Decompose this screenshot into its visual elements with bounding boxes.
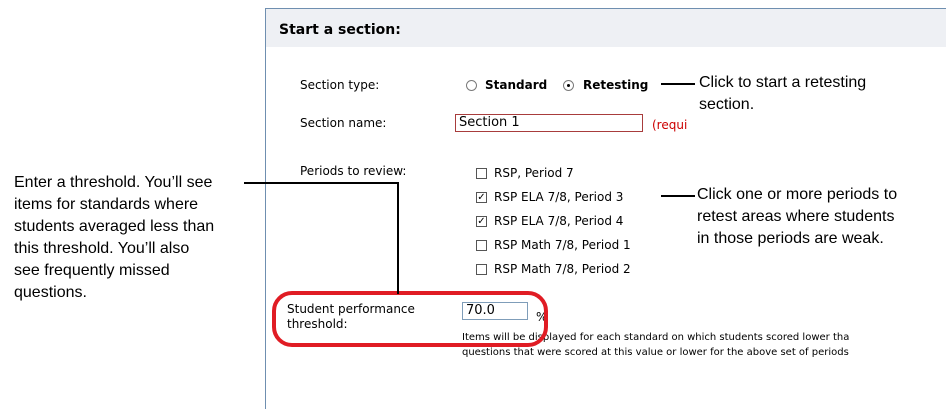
threshold-note-line2: questions that were scored at this value… — [462, 347, 849, 358]
threshold-callout-leader — [244, 182, 398, 184]
section-name-input[interactable]: Section 1 — [455, 114, 643, 132]
period-checkbox[interactable]: ✓ — [476, 192, 487, 203]
threshold-callout: Enter a threshold. You’ll see items for … — [14, 172, 264, 344]
section-type-label: Section type: — [300, 78, 380, 92]
radio-retesting-label[interactable]: Retesting — [583, 78, 648, 92]
callout-line: items for standards where — [14, 196, 199, 213]
callout-line: in those periods are weak. — [697, 230, 884, 247]
period-checkbox[interactable] — [476, 240, 487, 251]
period-checkbox[interactable]: ✓ — [476, 216, 487, 227]
radio-standard-label[interactable]: Standard — [485, 78, 547, 92]
callout-line: Enter a threshold. You’ll see — [14, 174, 213, 191]
threshold-highlight — [272, 291, 548, 347]
callout-line: this threshold. You’ll also — [14, 240, 190, 257]
callout-line: questions. — [14, 284, 87, 301]
callout-line: retest areas where students — [697, 208, 895, 225]
callout-line: see frequently missed — [14, 262, 170, 279]
section-name-label: Section name: — [300, 116, 387, 130]
threshold-callout-leader-vertical — [397, 182, 399, 294]
periods-callout-leader — [661, 195, 695, 197]
radio-standard[interactable] — [466, 80, 477, 91]
period-label[interactable]: RSP ELA 7/8, Period 3 — [494, 190, 623, 204]
panel-title: Start a section: — [279, 22, 401, 38]
required-note: (requi — [652, 118, 688, 132]
periods-callout: Click one or more periods to retest area… — [697, 184, 943, 270]
retesting-callout: Click to start a retesting section. — [699, 72, 939, 128]
callout-line: Click one or more periods to — [697, 186, 898, 203]
period-label[interactable]: RSP, Period 7 — [494, 166, 574, 180]
callout-line: section. — [699, 96, 755, 113]
period-checkbox[interactable] — [476, 264, 487, 275]
periods-label: Periods to review: — [300, 164, 407, 178]
radio-retesting[interactable] — [563, 80, 574, 91]
period-label[interactable]: RSP Math 7/8, Period 2 — [494, 262, 631, 276]
retesting-callout-leader — [661, 83, 695, 85]
callout-line: students averaged less than — [14, 218, 215, 235]
period-label[interactable]: RSP Math 7/8, Period 1 — [494, 238, 631, 252]
callout-line: Click to start a retesting — [699, 74, 867, 91]
period-label[interactable]: RSP ELA 7/8, Period 4 — [494, 214, 623, 228]
period-checkbox[interactable] — [476, 168, 487, 179]
